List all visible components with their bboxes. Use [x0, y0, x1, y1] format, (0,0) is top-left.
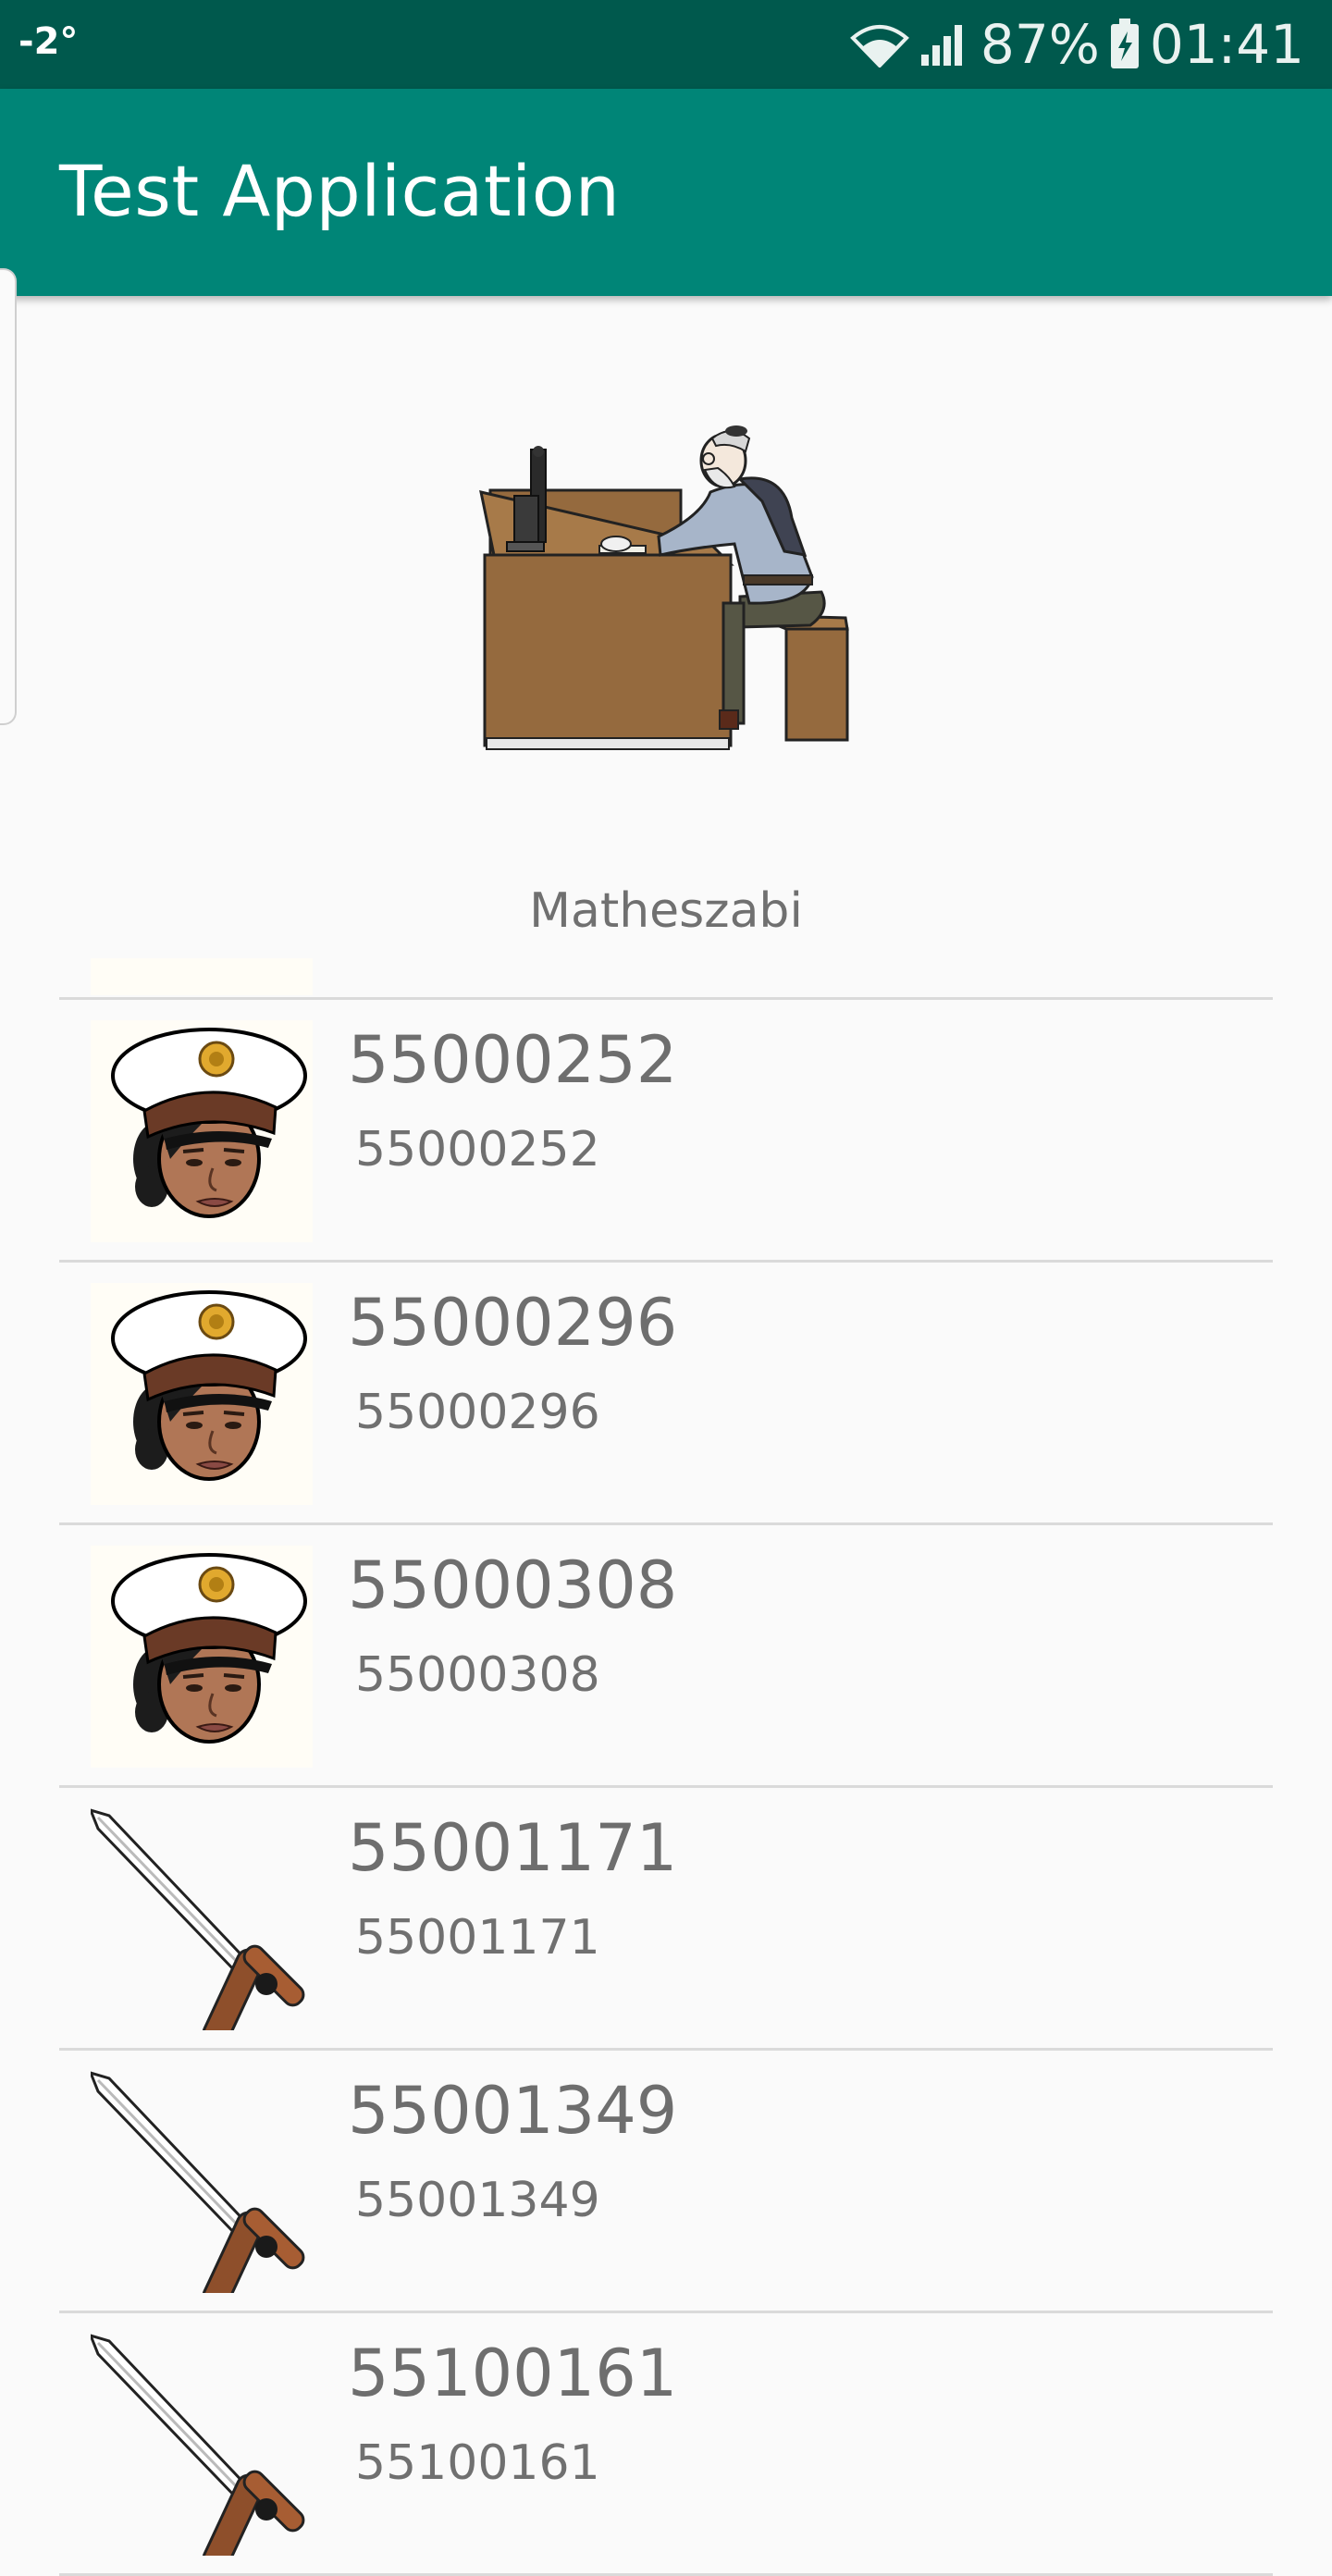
sword-icon [91, 2071, 313, 2293]
item-title: 55000308 [348, 1547, 678, 1623]
battery-percentage: 87% [980, 13, 1100, 76]
list-item[interactable]: 55000296 55000296 [59, 1263, 1273, 1525]
item-title: 55100161 [348, 2336, 678, 2411]
item-title: 55000296 [348, 1285, 678, 1361]
profile-image [462, 407, 870, 777]
item-subtitle: 55000296 [355, 1385, 600, 1440]
wifi-icon [849, 21, 910, 68]
item-subtitle: 55001171 [355, 1910, 600, 1966]
list-item[interactable]: 55001171 55001171 [59, 1788, 1273, 2051]
temperature-indicator: -2° [18, 20, 79, 63]
signal-icon [919, 21, 971, 68]
edge-panel-handle[interactable] [0, 268, 17, 725]
list-item[interactable]: 55001349 55001349 [59, 2051, 1273, 2313]
status-bar: -2° 87% 01:41 [0, 0, 1332, 89]
item-subtitle: 55000252 [355, 1122, 600, 1177]
item-title: 55000252 [348, 1022, 678, 1098]
item-title: 55001171 [348, 1810, 678, 1886]
police-officer-icon [91, 1020, 313, 1242]
item-subtitle: 55100161 [355, 2435, 600, 2491]
list-item[interactable]: 55000252 55000252 [59, 1000, 1273, 1263]
profile-name: Matheszabi [529, 883, 803, 939]
item-subtitle: 55001349 [355, 2173, 600, 2228]
sword-icon [91, 2334, 313, 2556]
clock: 01:41 [1149, 13, 1304, 76]
battery-charging-icon [1109, 18, 1141, 70]
police-officer-icon [91, 1283, 313, 1505]
status-icons: 87% 01:41 [849, 13, 1304, 76]
page-title: Test Application [59, 150, 621, 232]
item-title: 55001349 [348, 2073, 678, 2149]
item-subtitle: 55000308 [355, 1647, 600, 1703]
list-item[interactable]: 55100161 55100161 [59, 2313, 1273, 2576]
sword-icon [91, 1808, 313, 2030]
police-officer-icon [91, 1546, 313, 1768]
list-item-partial [91, 958, 313, 995]
item-list[interactable]: 55000252 55000252 55000296 55000296 5500… [59, 997, 1273, 2576]
list-item[interactable]: 55000308 55000308 [59, 1525, 1273, 1788]
app-bar: Test Application [0, 89, 1332, 296]
